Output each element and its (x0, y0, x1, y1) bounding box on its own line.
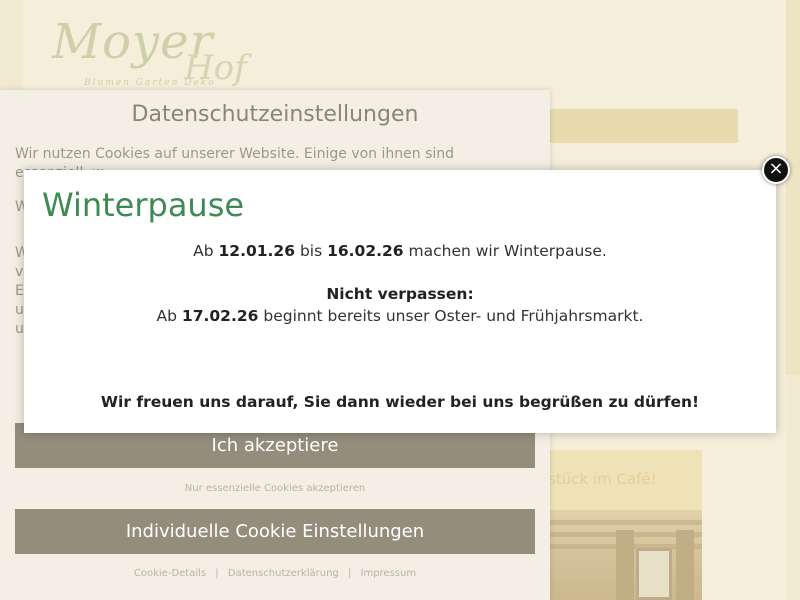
cookie-footer-links: Cookie-Details | Datenschutzerklärung | … (0, 568, 550, 579)
text-fragment: bis (295, 242, 328, 260)
closure-end-date: 16.02.26 (327, 242, 404, 260)
cookie-title: Datenschutzeinstellungen (131, 102, 419, 127)
dont-miss-heading: Nicht verpassen: (326, 285, 474, 303)
closure-start-date: 12.01.26 (218, 242, 296, 260)
imprint-link[interactable]: Impressum (361, 568, 417, 579)
privacy-policy-link[interactable]: Datenschutzerklärung (228, 568, 339, 579)
popup-closure-dates: Ab 12.01.26 bis 16.02.26 machen wir Wint… (24, 242, 776, 260)
close-popup-button[interactable]: × (762, 156, 790, 184)
text-fragment: machen wir Winterpause. (403, 242, 607, 260)
popup-title: Winterpause (42, 186, 245, 224)
market-start-date: 17.02.26 (181, 307, 259, 325)
text-fragment: beginnt bereits unser Oster- und Frühjah… (258, 307, 644, 325)
individual-cookie-settings-button[interactable]: Individuelle Cookie Einstellungen (15, 509, 535, 554)
popup-closing-message: Wir freuen uns darauf, Sie dann wieder b… (24, 393, 776, 411)
closing-message: Wir freuen uns darauf, Sie dann wieder b… (100, 393, 700, 411)
cookie-details-link[interactable]: Cookie-Details (134, 568, 206, 579)
footer-separator: | (215, 568, 219, 579)
footer-separator: | (347, 568, 352, 579)
winter-break-popup: Winterpause Ab 12.01.26 bis 16.02.26 mac… (24, 170, 776, 433)
text-fragment: Ab (193, 242, 219, 260)
popup-market-announcement: Ab 17.02.26 beginnt bereits unser Oster-… (24, 307, 776, 325)
popup-dont-miss: Nicht verpassen: (24, 285, 776, 303)
text-fragment: Ab (156, 307, 182, 325)
essential-cookies-link[interactable]: Nur essenzielle Cookies akzeptieren (0, 483, 550, 494)
close-icon: × (768, 158, 784, 179)
